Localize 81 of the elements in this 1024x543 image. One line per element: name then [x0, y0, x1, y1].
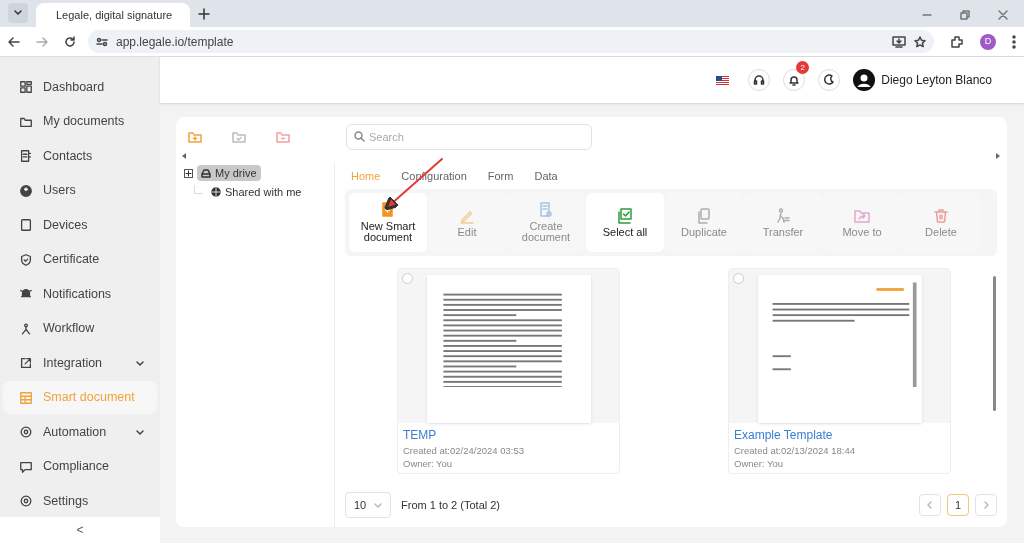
tab-list-icon[interactable] — [13, 8, 23, 18]
collapse-button[interactable]: < — [76, 521, 84, 540]
sidebar-item[interactable]: Workflow — [3, 312, 157, 345]
created-date: Created at:02/13/2024 18:44 — [733, 444, 856, 456]
chevron-right-icon — [982, 501, 990, 509]
sidebar-item[interactable]: Contacts — [3, 140, 157, 173]
star-icon[interactable] — [914, 35, 926, 48]
reload-icon[interactable] — [64, 35, 76, 48]
created-date: Created at:02/24/2024 03:53 — [402, 444, 525, 456]
sidebar-item[interactable]: Automation — [3, 416, 157, 449]
user-icon — [19, 183, 33, 198]
install-icon[interactable] — [892, 35, 906, 48]
scroll-right-icon[interactable] — [996, 153, 1001, 159]
site-settings-icon — [96, 35, 108, 48]
sidebar-item[interactable]: Devices — [3, 209, 157, 242]
browser-tab[interactable]: Legale, digital signature — [36, 3, 190, 27]
new-tab-icon[interactable] — [198, 8, 210, 20]
document-card[interactable]: TEMP Created at:02/24/2024 03:53 Owner: You — [397, 268, 620, 474]
grid-icon — [19, 390, 33, 405]
folder-check-icon[interactable] — [232, 129, 246, 144]
sidebar-item[interactable]: Compliance — [3, 450, 157, 483]
restore-icon[interactable] — [960, 10, 970, 20]
avatar-icon — [853, 69, 876, 91]
document-title[interactable]: TEMP — [398, 423, 619, 442]
document-title[interactable]: Example Template — [729, 423, 950, 442]
contacts-icon — [19, 149, 33, 164]
search-icon — [354, 130, 365, 142]
sidebar-item[interactable]: Users — [3, 174, 157, 207]
back-icon[interactable] — [8, 35, 20, 48]
select-checkbox[interactable] — [733, 273, 744, 284]
shield-check-icon — [19, 252, 33, 267]
page-size-select[interactable]: 10 — [345, 492, 391, 518]
chevron-down-icon — [374, 501, 382, 509]
sidebar-item[interactable]: Certificate — [3, 243, 157, 276]
sidebar-item[interactable]: Dashboard — [3, 71, 157, 104]
sidebar-item[interactable]: My documents — [3, 105, 157, 138]
tablet-icon — [19, 218, 33, 233]
tree-node[interactable]: Shared with me — [207, 184, 306, 200]
notification-badge: 2 — [796, 61, 810, 74]
search-field[interactable]: Search — [346, 123, 592, 150]
action-button[interactable]: New Smart document — [349, 193, 427, 252]
scroll-left-icon[interactable] — [182, 153, 187, 159]
close-icon[interactable] — [998, 10, 1008, 20]
checked-boxes-icon — [617, 207, 633, 224]
extensions-icon[interactable] — [950, 34, 964, 49]
tree-node[interactable]: My drive — [197, 165, 261, 181]
sidebar-item[interactable]: Settings — [3, 485, 157, 518]
drive-icon — [201, 168, 211, 178]
select-checkbox[interactable] — [402, 273, 413, 284]
user-name[interactable]: Diego Leyton Blanco — [881, 71, 992, 89]
expand-toggle[interactable] — [184, 168, 193, 178]
globe-icon — [211, 187, 221, 197]
sidebar-item[interactable]: Integration — [3, 347, 157, 380]
bell-icon — [788, 74, 801, 86]
tab[interactable]: Form — [487, 167, 514, 185]
external-link-icon — [19, 356, 33, 371]
document-gear-icon — [538, 202, 554, 218]
copy-icon — [696, 207, 712, 224]
page-button[interactable]: 1 — [947, 494, 969, 516]
headset-icon — [753, 74, 766, 86]
folder-arrow-icon — [854, 207, 870, 224]
theme-toggle-icon — [823, 74, 836, 86]
flag-icon[interactable] — [716, 75, 730, 85]
address-bar[interactable]: app.legale.io/template — [88, 30, 934, 53]
comment-icon — [19, 459, 33, 474]
document-card[interactable]: Example Template Created at:02/13/2024 18:44 Owner: You — [728, 268, 951, 474]
sidebar-item[interactable]: Notifications — [3, 278, 157, 311]
action-button[interactable]: Select all — [586, 193, 664, 252]
workflow-icon — [19, 321, 33, 336]
plus-icon — [185, 169, 192, 177]
document-plus-icon — [380, 202, 396, 218]
tab[interactable]: Data — [534, 167, 558, 185]
more-icon[interactable] — [1012, 34, 1016, 49]
pagination-summary: From 1 to 2 (Total 2) — [401, 497, 501, 513]
profile-avatar[interactable]: D — [980, 33, 996, 50]
document-owner: Owner: You — [733, 457, 785, 469]
dashboard-icon — [19, 80, 33, 95]
chevron-left-icon — [926, 501, 934, 509]
document-owner: Owner: You — [402, 457, 454, 469]
trash-icon — [933, 207, 949, 224]
walking-person-icon — [775, 207, 791, 224]
